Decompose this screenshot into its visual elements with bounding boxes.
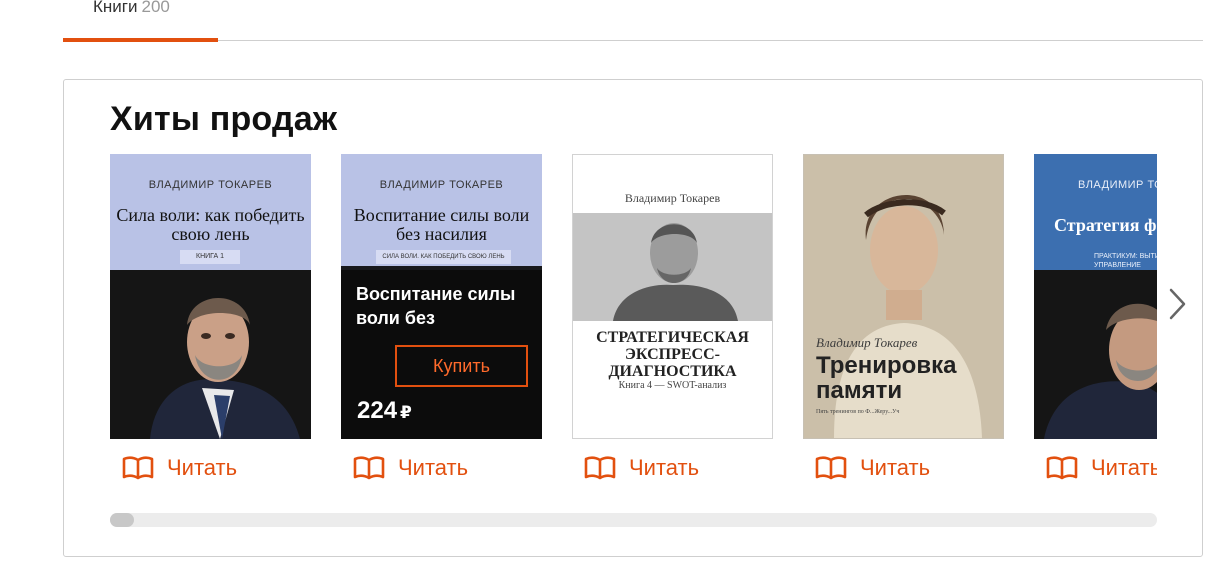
tab-label-text: Книги: [93, 0, 138, 16]
carousel-scrollbar[interactable]: [110, 513, 1157, 527]
active-tab-indicator: [63, 38, 218, 42]
currency-symbol: ₽: [400, 403, 412, 422]
read-link[interactable]: Читать: [815, 453, 930, 483]
bestsellers-panel: Хиты продаж ВЛАДИМИР ТОКАРЕВ Сила воли: …: [63, 79, 1203, 557]
tab-books[interactable]: Книги 200: [63, 0, 218, 42]
author-portrait: [573, 213, 772, 321]
read-link[interactable]: Читать: [122, 453, 237, 483]
price-value: 224: [357, 397, 398, 424]
buy-button[interactable]: Купить: [395, 345, 528, 387]
book-cover[interactable]: ВЛАДИМИР ТОКАРЕВ Воспитание силы воли бе…: [341, 154, 542, 439]
chevron-right-icon[interactable]: [1163, 286, 1191, 322]
book-card: Владимир Токарев Тренировка памяти Пять …: [803, 154, 1004, 480]
cover-title: Воспитание силы воли без насилия: [353, 205, 530, 244]
book-cover[interactable]: Владимир Токарев Тренировка памяти Пять …: [803, 154, 1004, 439]
cover-author: ВЛАДИМИР ТОКАРЕВ: [379, 179, 504, 191]
book-cover[interactable]: ВЛАДИМИР ТОК Стратегия ф ПРАКТИКУМ: ВЫТИ…: [1034, 154, 1157, 439]
cover-photo: [573, 213, 772, 321]
cover-badge: КНИГА 1: [180, 250, 240, 264]
cover-photo: [110, 270, 311, 439]
book-open-icon: [1046, 456, 1078, 480]
book-open-icon: [122, 456, 154, 480]
book-card: Владимир Токарев СТРАТЕГИЧЕСКАЯ ЭКСПРЕСС…: [572, 154, 773, 480]
tab-books-count: 200: [141, 0, 170, 16]
cover-subtitle: Пять тренингов по Ф...Жеру...Уч: [816, 409, 900, 415]
tab-bar: Книги 200: [63, 0, 1203, 42]
cover-title: Сила воли: как победить свою лень: [116, 205, 305, 244]
hover-book-title: Воспитание силы воли без: [356, 284, 516, 328]
author-portrait: [1034, 270, 1157, 439]
read-label: Читать: [398, 455, 469, 480]
cover-title: Тренировка памяти: [816, 352, 957, 404]
section-title: Хиты продаж: [110, 100, 338, 138]
book-card: ВЛАДИМИР ТОКАРЕВ Сила воли: как победить…: [110, 154, 311, 480]
read-label: Читать: [1091, 455, 1157, 480]
read-label: Читать: [860, 455, 931, 480]
read-link[interactable]: Читать: [1046, 453, 1157, 483]
price: 224 ₽: [357, 397, 412, 425]
book-carousel: ВЛАДИМИР ТОКАРЕВ Сила воли: как победить…: [110, 154, 1157, 494]
cover-title: Стратегия ф: [1054, 215, 1157, 235]
cover-subtitle: Книга 4 — SWOT-анализ: [618, 380, 727, 391]
read-label: Читать: [629, 455, 700, 480]
read-label: Читать: [167, 455, 238, 480]
cover-title: СТРАТЕГИЧЕСКАЯ ЭКСПРЕСС-ДИАГНОСТИКА: [596, 329, 749, 380]
author-portrait: [110, 270, 311, 439]
scrollbar-thumb[interactable]: [110, 513, 134, 527]
book-open-icon: [584, 456, 616, 480]
read-link[interactable]: Читать: [353, 453, 468, 483]
cover-badge: СИЛА ВОЛИ. КАК ПОБЕДИТЬ СВОЮ ЛЕНЬ: [376, 250, 511, 264]
cover-author: Владимир Токарев: [816, 335, 918, 350]
cover-photo: [1034, 270, 1157, 439]
cover-author: ВЛАДИМИР ТОКАРЕВ: [148, 179, 273, 191]
book-open-icon: [815, 456, 847, 480]
book-cover[interactable]: Владимир Токарев СТРАТЕГИЧЕСКАЯ ЭКСПРЕСС…: [572, 154, 773, 439]
book-hover-overlay: Воспитание силы воли без Купить 224 ₽: [341, 266, 542, 439]
book-card: ВЛАДИМИР ТОКАРЕВ Воспитание силы воли бе…: [341, 154, 542, 480]
cover-author: Владимир Токарев: [624, 191, 721, 205]
book-cover[interactable]: ВЛАДИМИР ТОКАРЕВ Сила воли: как победить…: [110, 154, 311, 439]
cover-author: ВЛАДИМИР ТОК: [1078, 179, 1157, 191]
tab-books-label: Книги 200: [93, 0, 170, 17]
read-link[interactable]: Читать: [584, 453, 699, 483]
book-open-icon: [353, 456, 385, 480]
book-card: ВЛАДИМИР ТОК Стратегия ф ПРАКТИКУМ: ВЫТИ…: [1034, 154, 1157, 480]
